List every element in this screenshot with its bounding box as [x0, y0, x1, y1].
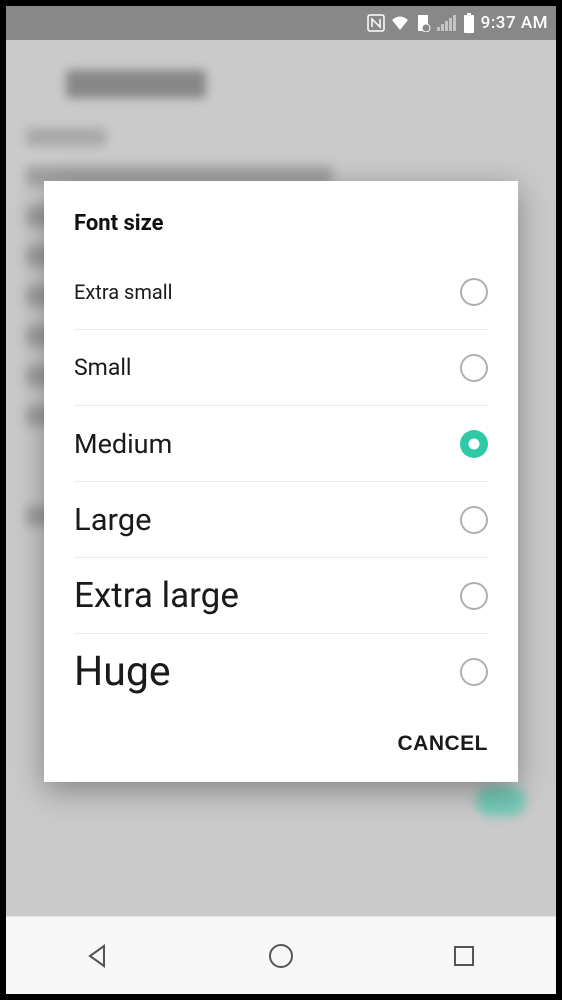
dialog-title: Font size	[44, 181, 518, 254]
battery-icon	[463, 13, 475, 33]
status-bar: 9:37 AM	[6, 6, 556, 40]
navigation-bar	[6, 916, 556, 994]
back-button[interactable]	[38, 917, 158, 995]
home-button[interactable]	[221, 917, 341, 995]
radio-icon-selected	[460, 430, 488, 458]
option-small[interactable]: Small	[74, 330, 488, 406]
radio-icon	[460, 506, 488, 534]
nfc-icon	[367, 14, 385, 32]
wifi-icon	[391, 15, 409, 31]
font-size-dialog: Font size Extra small Small Medium Large…	[44, 181, 518, 782]
status-time: 9:37 AM	[481, 13, 548, 33]
radio-icon	[460, 278, 488, 306]
sim-icon	[415, 14, 431, 32]
option-medium[interactable]: Medium	[74, 406, 488, 482]
option-extra-large[interactable]: Extra large	[74, 558, 488, 634]
option-huge[interactable]: Huge	[74, 634, 488, 710]
option-label: Extra small	[74, 280, 173, 304]
option-label: Large	[74, 501, 152, 538]
option-label: Medium	[74, 428, 172, 460]
cancel-button[interactable]: CANCEL	[398, 732, 489, 756]
signal-icon	[437, 15, 457, 31]
radio-icon	[460, 354, 488, 382]
device-frame: 9:37 AM Font size Extra small Small Med	[0, 0, 562, 1000]
recent-apps-button[interactable]	[404, 917, 524, 995]
option-label: Extra large	[74, 575, 239, 616]
option-label: Small	[74, 354, 132, 381]
option-label: Huge	[74, 648, 171, 696]
dialog-actions: CANCEL	[44, 710, 518, 782]
option-extra-small[interactable]: Extra small	[74, 254, 488, 330]
radio-icon	[460, 658, 488, 686]
radio-icon	[460, 582, 488, 610]
option-large[interactable]: Large	[74, 482, 488, 558]
option-list: Extra small Small Medium Large Extra lar…	[44, 254, 518, 710]
